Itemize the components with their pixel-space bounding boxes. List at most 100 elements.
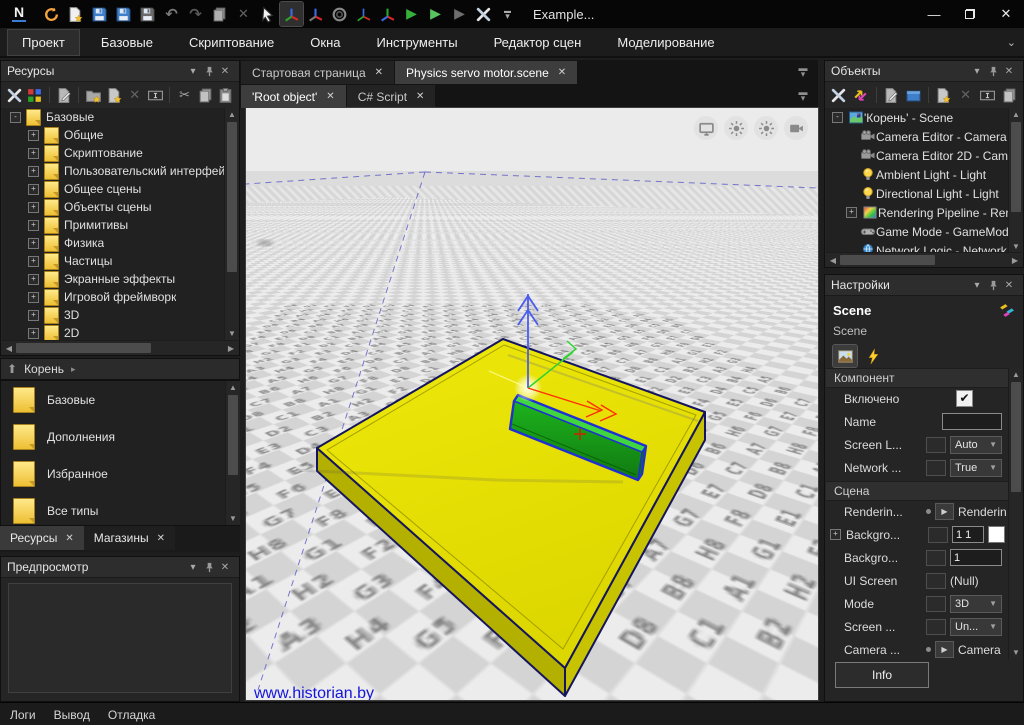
paste-button[interactable] bbox=[216, 85, 235, 106]
overflow-button[interactable]: ▬▾ bbox=[496, 2, 519, 26]
resources-tree-item[interactable]: +Игровой фреймворк bbox=[2, 288, 238, 306]
objects-tree-hscrollbar[interactable]: ◀ ▶ bbox=[826, 252, 1022, 267]
new-file-button[interactable] bbox=[64, 2, 87, 26]
expander-icon[interactable]: + bbox=[28, 130, 39, 141]
status-tab-Вывод[interactable]: Вывод bbox=[54, 708, 90, 722]
resources-tree-item[interactable]: +Частицы bbox=[2, 252, 238, 270]
expander-icon[interactable]: + bbox=[28, 310, 39, 321]
menu-item-Инструменты[interactable]: Инструменты bbox=[363, 30, 472, 55]
resources-tree-item[interactable]: +Объекты сцены bbox=[2, 198, 238, 216]
scroll-down-icon[interactable]: ▼ bbox=[226, 512, 240, 525]
color-value-input[interactable] bbox=[952, 526, 984, 543]
bottom-tab-Магазины[interactable]: Магазины✕ bbox=[84, 526, 175, 550]
colored-sync-button[interactable] bbox=[851, 85, 871, 106]
status-tab-Отладка[interactable]: Отладка bbox=[108, 708, 155, 722]
objects-tree-item[interactable]: Ambient Light - Light bbox=[826, 165, 1008, 184]
dropdown-select[interactable]: 3D▼ bbox=[950, 595, 1002, 613]
expander-icon[interactable]: + bbox=[28, 184, 39, 195]
menu-item-Проект[interactable]: Проект bbox=[8, 30, 79, 55]
menu-overflow-icon[interactable]: ⌄ bbox=[1007, 36, 1016, 49]
objects-tree-item[interactable]: Camera Editor - Camera bbox=[826, 127, 1008, 146]
expander-icon[interactable]: + bbox=[28, 220, 39, 231]
expander-icon[interactable]: + bbox=[28, 148, 39, 159]
objects-tree-item[interactable]: +Rendering Pipeline - Ren bbox=[826, 203, 1008, 222]
scroll-left-icon[interactable]: ◀ bbox=[2, 344, 16, 353]
default-value-box[interactable] bbox=[926, 460, 946, 476]
resources-tree-item[interactable]: +Примитивы bbox=[2, 216, 238, 234]
expander-icon[interactable]: + bbox=[28, 292, 39, 303]
move-button[interactable] bbox=[280, 2, 303, 26]
blue-box-button[interactable] bbox=[903, 85, 923, 106]
default-value-box[interactable] bbox=[928, 527, 948, 543]
color-swatch[interactable] bbox=[988, 526, 1005, 543]
scroll-up-icon[interactable]: ▲ bbox=[1009, 108, 1023, 121]
scroll-up-icon[interactable]: ▲ bbox=[226, 381, 240, 394]
resources-tree-item[interactable]: +Экранные эффекты bbox=[2, 270, 238, 288]
document-tab[interactable]: C# Script✕ bbox=[347, 85, 436, 108]
menu-item-Моделирование[interactable]: Моделирование bbox=[603, 30, 728, 55]
pin-icon[interactable] bbox=[201, 63, 217, 79]
scale-button[interactable] bbox=[352, 2, 375, 26]
edit-button[interactable] bbox=[881, 85, 901, 106]
copy-button[interactable] bbox=[999, 85, 1019, 106]
name-input[interactable] bbox=[942, 413, 1002, 430]
reference-value[interactable]: Camera bbox=[958, 643, 1006, 657]
close-icon[interactable]: ✕ bbox=[1001, 277, 1017, 293]
scroll-up-icon[interactable]: ▲ bbox=[225, 108, 239, 121]
tab-close-icon[interactable]: ✕ bbox=[558, 67, 566, 78]
value-input[interactable] bbox=[950, 549, 1002, 566]
menu-item-Окна[interactable]: Окна bbox=[296, 30, 354, 55]
expander-icon[interactable]: + bbox=[28, 274, 39, 285]
expander-icon[interactable]: - bbox=[10, 112, 21, 123]
dropdown-select[interactable]: True▼ bbox=[950, 459, 1002, 477]
vidcam-button[interactable] bbox=[784, 116, 808, 140]
menu-item-Редактор сцен[interactable]: Редактор сцен bbox=[480, 30, 596, 55]
default-value-box[interactable] bbox=[926, 573, 946, 589]
folder-list-vscrollbar[interactable]: ▲ ▼ bbox=[225, 381, 240, 525]
close-icon[interactable]: ✕ bbox=[1001, 63, 1017, 79]
objects-tree-item[interactable]: Camera Editor 2D - Cam bbox=[826, 146, 1008, 165]
resources-tree-item[interactable]: -Базовые bbox=[2, 108, 238, 126]
objects-tree-vscrollbar[interactable]: ▲ ▼ bbox=[1008, 108, 1023, 253]
dropdown-select[interactable]: Auto▼ bbox=[950, 436, 1002, 454]
save-as-button[interactable] bbox=[112, 2, 135, 26]
tab-close-icon[interactable]: ✕ bbox=[65, 533, 73, 544]
resources-tree-hscrollbar[interactable]: ◀ ▶ bbox=[2, 340, 238, 355]
expander-icon[interactable]: - bbox=[832, 112, 843, 123]
reference-value[interactable]: Rendering bbox=[958, 505, 1006, 519]
scroll-down-icon[interactable]: ▼ bbox=[1009, 646, 1023, 659]
breadcrumb[interactable]: ⬆ Корень ▸ bbox=[0, 358, 240, 380]
tab-close-icon[interactable]: ✕ bbox=[326, 91, 334, 102]
tools-button[interactable] bbox=[5, 85, 24, 106]
resources-tree-vscrollbar[interactable]: ▲ ▼ bbox=[224, 108, 239, 340]
objects-tree-item[interactable]: Game Mode - GameMode bbox=[826, 222, 1008, 241]
close-button[interactable]: ✕ bbox=[988, 0, 1024, 28]
expander-icon[interactable]: + bbox=[846, 207, 857, 218]
save-all-button[interactable] bbox=[136, 2, 159, 26]
cursor-button[interactable] bbox=[256, 2, 279, 26]
tools-button[interactable] bbox=[472, 2, 495, 26]
scroll-right-icon[interactable]: ▶ bbox=[1008, 256, 1022, 265]
document-tab[interactable]: Physics servo motor.scene✕ bbox=[395, 61, 577, 84]
default-value-box[interactable] bbox=[926, 596, 946, 612]
sun-button[interactable] bbox=[724, 116, 748, 140]
default-value-box[interactable] bbox=[926, 550, 946, 566]
restore-button[interactable] bbox=[952, 0, 988, 28]
objects-tree-item[interactable]: -'Корень' - Scene bbox=[826, 108, 1008, 127]
sun-button[interactable] bbox=[754, 116, 778, 140]
cut-button[interactable]: ✂ bbox=[175, 85, 194, 106]
panel-menu-icon[interactable]: ▾ bbox=[185, 63, 201, 79]
resources-tree-item[interactable]: +3D bbox=[2, 306, 238, 324]
resources-tree-item[interactable]: +Скриптование bbox=[2, 144, 238, 162]
folder-star-button[interactable] bbox=[84, 85, 103, 106]
redo-button[interactable]: ↷ bbox=[184, 2, 207, 26]
reference-expand-button[interactable]: ▶ bbox=[935, 641, 954, 658]
menu-item-Скриптование[interactable]: Скриптование bbox=[175, 30, 288, 55]
expander-icon[interactable]: + bbox=[28, 256, 39, 267]
default-value-box[interactable] bbox=[926, 437, 946, 453]
rename-button[interactable] bbox=[977, 85, 997, 106]
tab-close-icon[interactable]: ✕ bbox=[375, 67, 383, 78]
menu-item-Базовые[interactable]: Базовые bbox=[87, 30, 167, 55]
edit-button[interactable] bbox=[55, 85, 74, 106]
expander-icon[interactable]: + bbox=[28, 328, 39, 339]
